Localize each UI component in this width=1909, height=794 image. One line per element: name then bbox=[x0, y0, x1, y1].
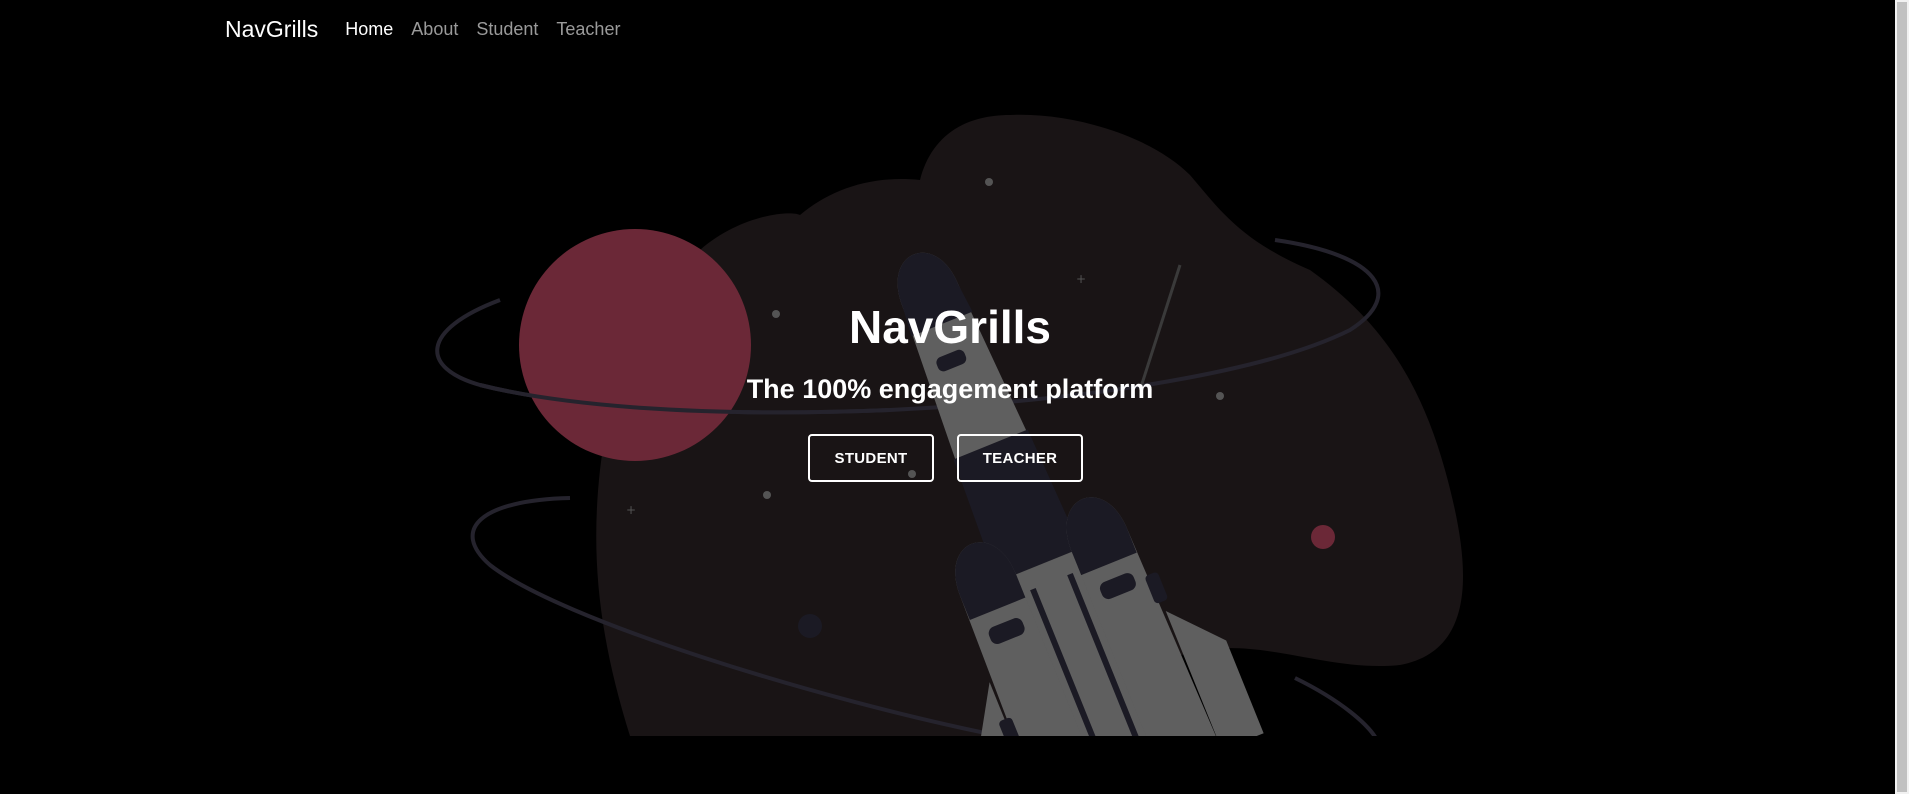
svg-text:+: + bbox=[626, 503, 636, 517]
nav-link-home[interactable]: Home bbox=[345, 19, 393, 40]
scrollbar-thumb[interactable] bbox=[1897, 2, 1907, 792]
brand-logo-link[interactable]: NavGrills bbox=[225, 16, 318, 43]
nav-link-teacher[interactable]: Teacher bbox=[556, 19, 620, 40]
student-button[interactable]: STUDENT bbox=[808, 434, 934, 482]
top-navbar: NavGrills Home About Student Teacher bbox=[225, 0, 638, 58]
hero-button-row: STUDENT TEACHER bbox=[808, 434, 1083, 482]
orbit-ring-right bbox=[1294, 676, 1377, 736]
hero-title: NavGrills bbox=[849, 301, 1051, 353]
page: + + NavGrills Home About Student Teacher… bbox=[0, 0, 1909, 794]
vertical-scrollbar[interactable] bbox=[1895, 0, 1909, 794]
nav-link-about[interactable]: About bbox=[411, 19, 458, 40]
teacher-button[interactable]: TEACHER bbox=[957, 434, 1083, 482]
hero-subtitle: The 100% engagement platform bbox=[746, 374, 1154, 404]
svg-text:+: + bbox=[1076, 272, 1086, 286]
nav-link-student[interactable]: Student bbox=[476, 19, 538, 40]
